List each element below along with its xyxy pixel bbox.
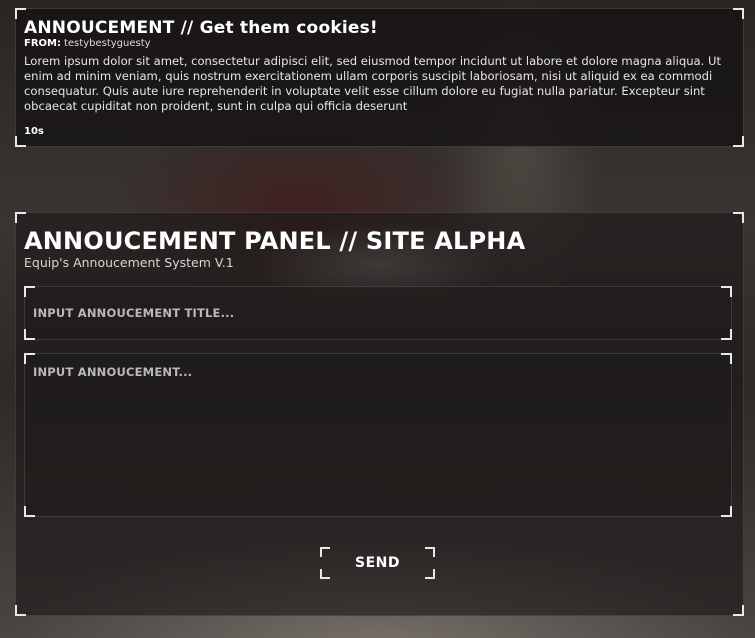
corner-bracket xyxy=(733,136,744,147)
panel-subtitle: Equip's Annoucement System V.1 xyxy=(24,255,234,270)
corner-bracket xyxy=(15,605,26,616)
corner-bracket xyxy=(733,8,744,19)
corner-bracket xyxy=(733,212,744,223)
announcement-notification: ANNOUCEMENT // Get them cookies! FROM: te… xyxy=(15,8,744,147)
corner-bracket xyxy=(15,212,26,223)
announcement-panel: ANNOUCEMENT PANEL // SITE ALPHA Equip's … xyxy=(15,212,744,616)
corner-bracket xyxy=(320,547,330,557)
sender-label: FROM: xyxy=(24,38,61,49)
sender-name: testybestyguesty xyxy=(63,38,151,49)
announcement-body-input[interactable] xyxy=(25,354,731,516)
notification-sender: FROM: testybestyguesty xyxy=(24,38,151,49)
announcement-title-input[interactable] xyxy=(25,287,731,339)
send-button-label: SEND xyxy=(355,555,400,571)
body-field xyxy=(24,353,732,517)
notification-timer: 10s xyxy=(24,126,44,137)
panel-title: ANNOUCEMENT PANEL // SITE ALPHA xyxy=(24,227,526,255)
notification-body: Lorem ipsum dolor sit amet, consectetur … xyxy=(24,54,722,113)
corner-bracket xyxy=(425,569,435,579)
corner-bracket xyxy=(733,605,744,616)
corner-bracket xyxy=(15,136,26,147)
send-button[interactable]: SEND xyxy=(320,547,435,579)
corner-bracket xyxy=(320,569,330,579)
title-field xyxy=(24,286,732,340)
corner-bracket xyxy=(425,547,435,557)
notification-title: ANNOUCEMENT // Get them cookies! xyxy=(24,18,378,38)
